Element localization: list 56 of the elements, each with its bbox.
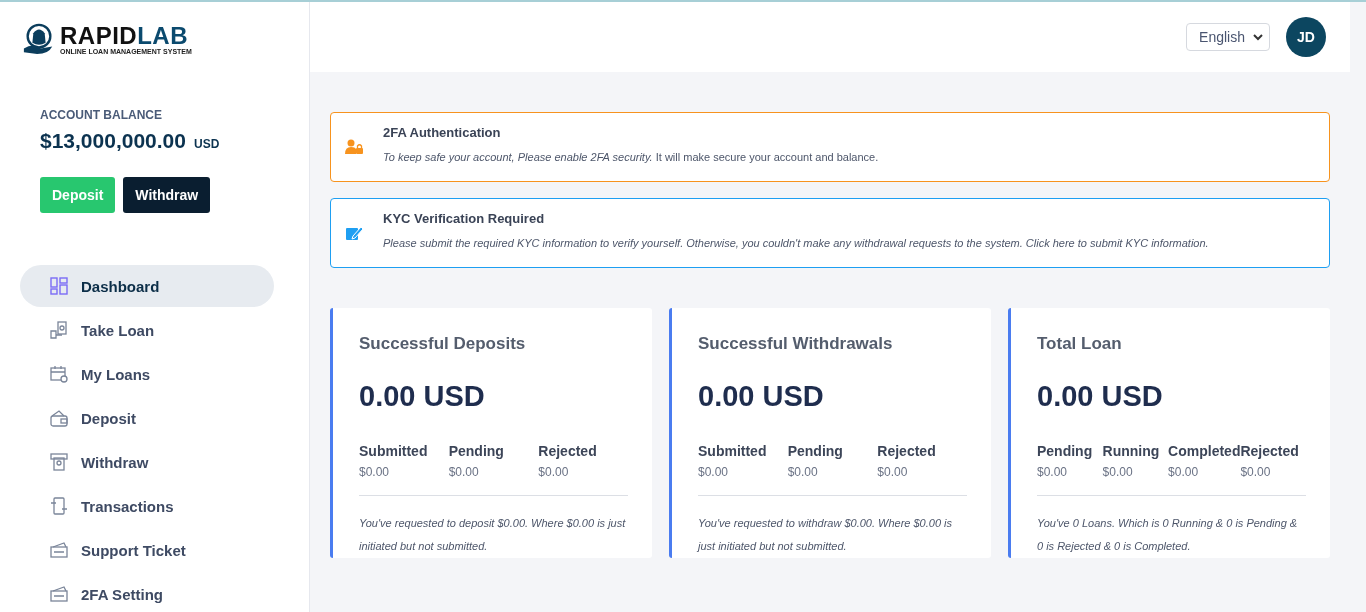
- stat-label: Pending: [787, 443, 844, 459]
- stat-value: $0.00: [877, 465, 909, 479]
- stat-label: Rejected: [877, 443, 937, 459]
- stat-label: Pending: [1037, 443, 1094, 459]
- sidebar-item[interactable]: Take Loan: [20, 309, 274, 351]
- card-title: Successful Deposits: [359, 334, 527, 354]
- card-amount: 0.00 USD: [698, 380, 825, 413]
- stat-label: Submitted: [698, 443, 768, 459]
- card-note: You've requested to withdraw $0.00. Where $0.00 is just initiated but not submitted.: [698, 516, 954, 554]
- sidebar-item[interactable]: My Loans: [20, 353, 274, 395]
- user-avatar[interactable]: JD: [1286, 17, 1326, 57]
- card-note: You've 0 Loans. Which is 0 Running & 0 is Pending & 0 is Rejected & 0 is Completed.: [1037, 516, 1299, 554]
- chevron-down-icon: [1253, 33, 1263, 41]
- balance-label: ACCOUNT BALANCE: [40, 108, 163, 122]
- card-title: Total Loan: [1037, 334, 1123, 354]
- withdraw-button[interactable]: Withdraw: [123, 177, 211, 213]
- stat-value: $0.00: [698, 465, 730, 479]
- wallet-icon: [50, 409, 68, 427]
- stat-label: Rejected: [1240, 443, 1300, 459]
- balance-amount: $13,000,000.00: [40, 129, 186, 153]
- calendar-icon: [50, 365, 68, 383]
- alert-text: Please submit the required KYC information to verify yourself. Otherwise, you couldn't make any withdrawal requests to the system. Click here to submit KYC information.: [383, 236, 1209, 251]
- stat-label: Running: [1102, 443, 1161, 459]
- balance-currency: USD: [194, 137, 220, 151]
- stat-label: Submitted: [359, 443, 429, 459]
- sidebar-item[interactable]: Support Ticket: [20, 529, 274, 571]
- card-amount: 0.00 USD: [359, 380, 486, 413]
- stat-value: $0.00: [1240, 465, 1272, 479]
- stat-label: Rejected: [538, 443, 598, 459]
- sidebar-item[interactable]: Transactions: [20, 485, 274, 527]
- stat-value: $0.00: [448, 465, 480, 479]
- stat-value: $0.00: [1037, 465, 1069, 479]
- sidebar-item[interactable]: Withdraw: [20, 441, 274, 483]
- edit-document-icon: [345, 225, 363, 241]
- stat-label: Completed: [1168, 443, 1241, 459]
- stat-value: $0.00: [787, 465, 819, 479]
- alert-title: 2FA Authentication: [383, 125, 502, 140]
- card-amount: 0.00 USD: [1037, 380, 1164, 413]
- atm-icon: [50, 453, 68, 471]
- language-select[interactable]: English: [1186, 23, 1270, 51]
- alert-text: To keep safe your account, Please enable 2FA security. It will make secure your account and balance.: [383, 150, 879, 165]
- money-hand-icon: [50, 321, 68, 339]
- stat-value: $0.00: [359, 465, 391, 479]
- sidebar-item[interactable]: 2FA Setting: [20, 573, 274, 612]
- card-title: Successful Withdrawals: [698, 334, 894, 354]
- sidebar-item[interactable]: Dashboard: [20, 265, 274, 307]
- ticket-icon: [50, 541, 68, 559]
- stat-value: $0.00: [1168, 465, 1200, 479]
- grid-icon: [50, 277, 68, 295]
- sidebar-item[interactable]: Deposit: [20, 397, 274, 439]
- stat-label: Pending: [448, 443, 505, 459]
- card-note: You've requested to deposit $0.00. Where $0.00 is just initiated but not submitted.: [359, 516, 627, 554]
- alert-title: KYC Verification Required: [383, 211, 546, 226]
- stat-value: $0.00: [1102, 465, 1134, 479]
- user-lock-icon: [345, 139, 363, 155]
- stat-value: $0.00: [538, 465, 570, 479]
